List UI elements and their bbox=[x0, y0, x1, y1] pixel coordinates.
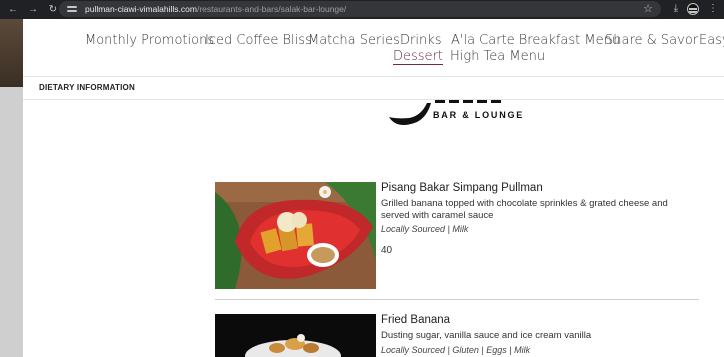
dish-photo-fried-banana bbox=[215, 314, 376, 357]
menu-kebab-icon[interactable]: ⋮ bbox=[708, 3, 718, 15]
url-host: pullman-ciawi-vimalahills.com bbox=[85, 4, 197, 14]
menu-tab-iced-coffee-bliss[interactable]: Iced Coffee Bliss bbox=[205, 33, 312, 48]
restaurant-logo: BAR & LOUNGE bbox=[387, 100, 527, 130]
dish-title: Fried Banana bbox=[381, 314, 451, 326]
dietary-info-bar[interactable]: DIETARY INFORMATION bbox=[23, 76, 724, 100]
menu-tab-monthly-promotions[interactable]: Monthly Promotions bbox=[85, 33, 214, 48]
menu-tab-easy[interactable]: Easy bbox=[699, 33, 724, 48]
dish-description: Grilled banana topped with chocolate spr… bbox=[381, 198, 668, 221]
logo-subtitle: BAR & LOUNGE bbox=[433, 110, 525, 120]
menu-tab-ala-carte-breakfast[interactable]: A'la Carte Breakfast Menu bbox=[451, 33, 620, 48]
profile-avatar[interactable] bbox=[687, 3, 699, 15]
menu-tab-drinks[interactable]: Drinks bbox=[400, 33, 442, 48]
forward-icon[interactable]: → bbox=[27, 4, 39, 15]
dish-description: Dusting sugar, vanilla sauce and ice cre… bbox=[381, 330, 592, 341]
menu-tab-high-tea[interactable]: High Tea Menu bbox=[450, 49, 545, 64]
bookmark-star-icon[interactable]: ☆ bbox=[643, 2, 653, 15]
page-content: Monthly Promotions Iced Coffee Bliss Mat… bbox=[23, 19, 724, 357]
menu-tab-matcha-series[interactable]: Matcha Series bbox=[308, 33, 400, 48]
site-settings-icon[interactable] bbox=[67, 4, 77, 14]
dish-photo[interactable] bbox=[215, 182, 376, 289]
download-icon[interactable]: ⤓ bbox=[674, 3, 678, 15]
menu-tab-dessert[interactable]: Dessert bbox=[393, 49, 443, 65]
dish-dietary-tags: Locally Sourced | Gluten | Eggs | Milk bbox=[381, 345, 531, 355]
dish-dietary-tags: Locally Sourced | Milk bbox=[381, 224, 469, 234]
left-sidebar-band bbox=[0, 19, 23, 357]
divider bbox=[215, 299, 699, 300]
address-bar[interactable]: pullman-ciawi-vimalahills.com/restaurant… bbox=[59, 1, 661, 17]
dish-photo[interactable] bbox=[215, 314, 376, 357]
back-icon[interactable]: ← bbox=[7, 4, 19, 15]
dish-price: 40 bbox=[381, 245, 393, 256]
browser-toolbar: ← → ↻ pullman-ciawi-vimalahills.com/rest… bbox=[0, 0, 724, 19]
url-path: /restaurants-and-bars/salak-bar-lounge/ bbox=[196, 4, 347, 14]
dish-title: Pisang Bakar Simpang Pullman bbox=[381, 182, 543, 194]
url-text: pullman-ciawi-vimalahills.com/restaurant… bbox=[85, 4, 346, 14]
dietary-info-label: DIETARY INFORMATION bbox=[39, 83, 135, 92]
dish-card[interactable]: Fried Banana Dusting sugar, vanilla sauc… bbox=[215, 314, 699, 357]
reload-icon[interactable]: ↻ bbox=[47, 4, 59, 15]
menu-tab-share-savor[interactable]: Share & Savor bbox=[605, 33, 698, 48]
background-photo bbox=[0, 19, 23, 87]
menu-category-nav: Monthly Promotions Iced Coffee Bliss Mat… bbox=[23, 19, 724, 76]
dish-card[interactable]: Pisang Bakar Simpang Pullman Grilled ban… bbox=[215, 182, 699, 292]
dish-photo-pisang-bakar bbox=[215, 182, 376, 289]
